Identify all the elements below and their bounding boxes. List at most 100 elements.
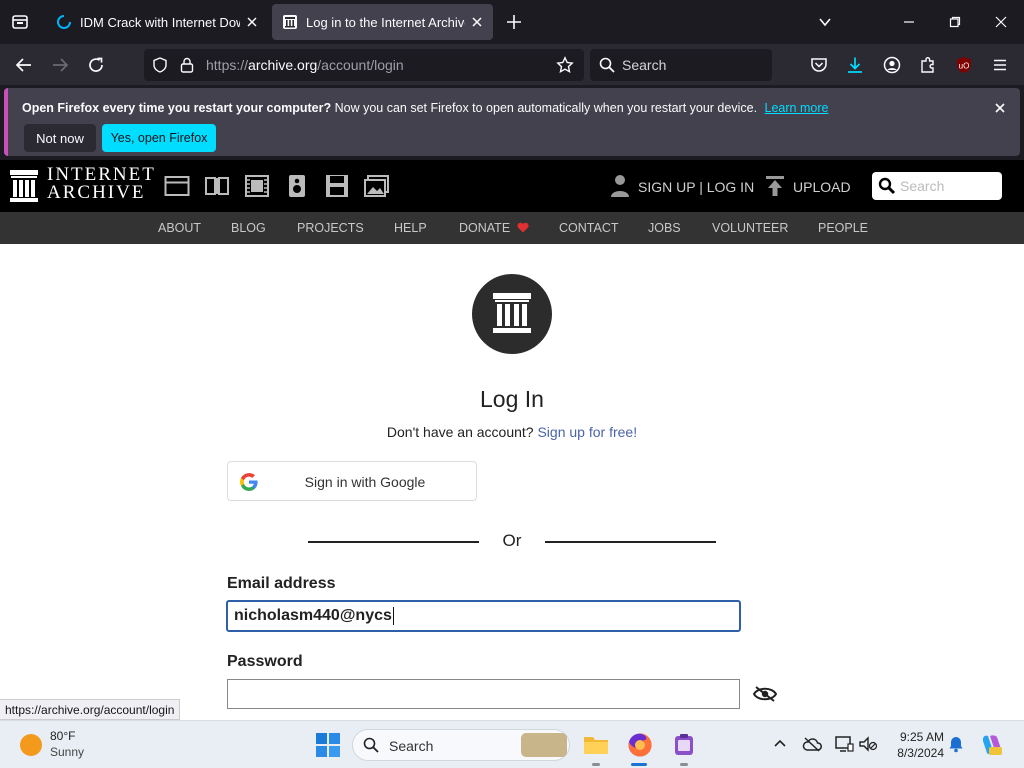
nav-donate[interactable]: DONATE — [459, 221, 529, 236]
show-password-eye-icon[interactable] — [752, 685, 778, 703]
nav-jobs[interactable]: JOBS — [648, 221, 681, 235]
tab-idm-crack[interactable]: IDM Crack with Internet Download Manager — [46, 4, 268, 40]
downloads-arrow-icon[interactable] — [842, 52, 868, 78]
account-avatar-icon[interactable] — [879, 52, 905, 78]
close-icon[interactable] — [465, 10, 489, 34]
extensions-puzzle-icon[interactable] — [915, 52, 941, 78]
floppy-disk-icon[interactable] — [324, 174, 350, 198]
minimize-icon[interactable] — [897, 10, 921, 34]
onedrive-cloud-offline-icon[interactable] — [802, 735, 822, 755]
sun-weather-icon[interactable] — [20, 734, 42, 756]
nav-contact[interactable]: CONTACT — [559, 221, 619, 235]
learn-more-link[interactable]: Learn more — [765, 101, 829, 115]
search-highlight-image-icon — [521, 733, 567, 757]
signup-login-label: SIGN UP | LOG IN — [638, 179, 755, 195]
forward-arrow-icon[interactable] — [47, 52, 73, 78]
hamburger-menu-icon[interactable] — [987, 52, 1013, 78]
nav-help[interactable]: HELP — [394, 221, 427, 235]
search-bar[interactable]: Search — [590, 49, 772, 81]
nav-donate-label: DONATE — [459, 221, 511, 235]
no-account-text: Don't have an account? — [386, 424, 534, 440]
window-close-icon[interactable] — [989, 10, 1013, 34]
tab-archive-login[interactable]: Log in to the Internet Archive — [272, 4, 493, 40]
signup-login-link[interactable]: SIGN UP | LOG IN — [610, 174, 754, 200]
search-icon — [878, 177, 896, 200]
padlock-icon[interactable] — [180, 57, 194, 78]
url-text: https://archive.org/account/login — [206, 57, 404, 73]
new-tab-plus-icon[interactable] — [502, 10, 526, 34]
book-icon[interactable] — [204, 174, 230, 198]
taskbar-search-box[interactable]: Search — [352, 729, 570, 761]
url-scheme: https:// — [206, 57, 249, 73]
nav-people[interactable]: PEOPLE — [818, 221, 868, 235]
link-status-tooltip: https://archive.org/account/login — [0, 699, 181, 720]
restore-icon[interactable] — [943, 10, 967, 34]
upload-link[interactable]: UPLOAD — [765, 174, 851, 200]
notification-bell-icon[interactable] — [947, 735, 967, 755]
nav-blog[interactable]: BLOG — [231, 221, 266, 235]
chevron-up-icon[interactable] — [771, 735, 791, 755]
password-label: Password — [227, 653, 303, 670]
speaker-icon[interactable] — [284, 174, 310, 198]
close-icon[interactable] — [240, 10, 264, 34]
firefox-icon[interactable] — [624, 729, 656, 761]
password-field[interactable] — [227, 679, 740, 709]
email-value: nicholasm440@nycs — [234, 607, 392, 624]
notification-body: Now you can set Firefox to open automati… — [334, 101, 758, 115]
app-notepad-icon[interactable] — [668, 729, 700, 761]
nav-volunteer[interactable]: VOLUNTEER — [712, 221, 788, 235]
copilot-icon[interactable] — [980, 733, 1004, 757]
bookmark-star-icon[interactable] — [556, 56, 574, 79]
search-icon — [363, 737, 379, 758]
list-all-tabs-chevron-down-icon[interactable] — [813, 10, 837, 34]
windows-start-icon[interactable] — [316, 733, 340, 757]
email-label: Email address — [227, 575, 336, 592]
svg-text:uO: uO — [959, 62, 970, 71]
file-explorer-icon[interactable] — [580, 729, 612, 761]
archive-search-placeholder: Search — [900, 178, 945, 194]
sign-in-with-google-button[interactable]: Sign in with Google — [227, 461, 477, 501]
archive-search-input[interactable]: Search — [872, 172, 1002, 200]
ublock-origin-icon[interactable]: uO — [951, 52, 977, 78]
nav-about[interactable]: ABOUT — [158, 221, 201, 235]
heart-icon — [517, 222, 529, 236]
search-bar-placeholder: Search — [622, 57, 667, 73]
divider-left — [308, 541, 479, 543]
taskbar-search-label: Search — [389, 738, 434, 754]
display-monitor-icon[interactable] — [834, 735, 854, 755]
notification-headline: Open Firefox every time you restart your… — [22, 101, 332, 115]
pocket-icon[interactable] — [806, 52, 832, 78]
back-arrow-icon[interactable] — [11, 52, 37, 78]
yes-open-firefox-button[interactable]: Yes, open Firefox — [102, 124, 216, 152]
volume-muted-icon[interactable] — [858, 735, 878, 755]
upload-arrow-icon — [765, 175, 785, 200]
web-browser-icon[interactable] — [164, 174, 190, 198]
login-page: Log In Don't have an account? Sign up fo… — [0, 244, 1024, 720]
signup-free-link[interactable]: Sign up for free! — [537, 424, 637, 440]
film-icon[interactable] — [244, 174, 270, 198]
images-icon[interactable] — [364, 174, 390, 198]
weather-condition[interactable]: Sunny — [50, 745, 84, 759]
tracking-protection-shield-icon[interactable] — [152, 57, 168, 78]
divider-right — [545, 541, 716, 543]
system-clock[interactable]: 9:25 AM 8/3/2024 — [880, 729, 944, 761]
upload-label: UPLOAD — [793, 179, 851, 195]
weather-temperature[interactable]: 80°F — [50, 729, 75, 743]
text-caret — [392, 606, 394, 625]
reload-icon[interactable] — [83, 52, 109, 78]
user-silhouette-icon — [610, 174, 630, 201]
not-now-button[interactable]: Not now — [24, 124, 96, 152]
windows-taskbar: 80°F Sunny Search 9:25 AM 8/3/2024 — [0, 720, 1024, 768]
firefox-view-icon[interactable] — [8, 10, 32, 34]
archive-logo-icon[interactable] — [9, 169, 39, 203]
wordmark-line-2: ARCHIVE — [47, 182, 146, 203]
nav-projects[interactable]: PROJECTS — [297, 221, 364, 235]
address-bar[interactable]: https://archive.org/account/login — [144, 49, 584, 81]
notification-message: Open Firefox every time you restart your… — [22, 101, 828, 115]
explorer-running-indicator — [592, 763, 600, 766]
archive-nav-bar: ABOUT BLOG PROJECTS HELP DONATE CONTACT … — [0, 212, 1024, 244]
email-field[interactable]: nicholasm440@nycs — [226, 600, 741, 632]
archive-wordmark[interactable]: INTERNET ARCHIVE — [47, 165, 156, 203]
close-icon[interactable] — [992, 100, 1008, 116]
firefox-active-indicator — [631, 763, 647, 766]
